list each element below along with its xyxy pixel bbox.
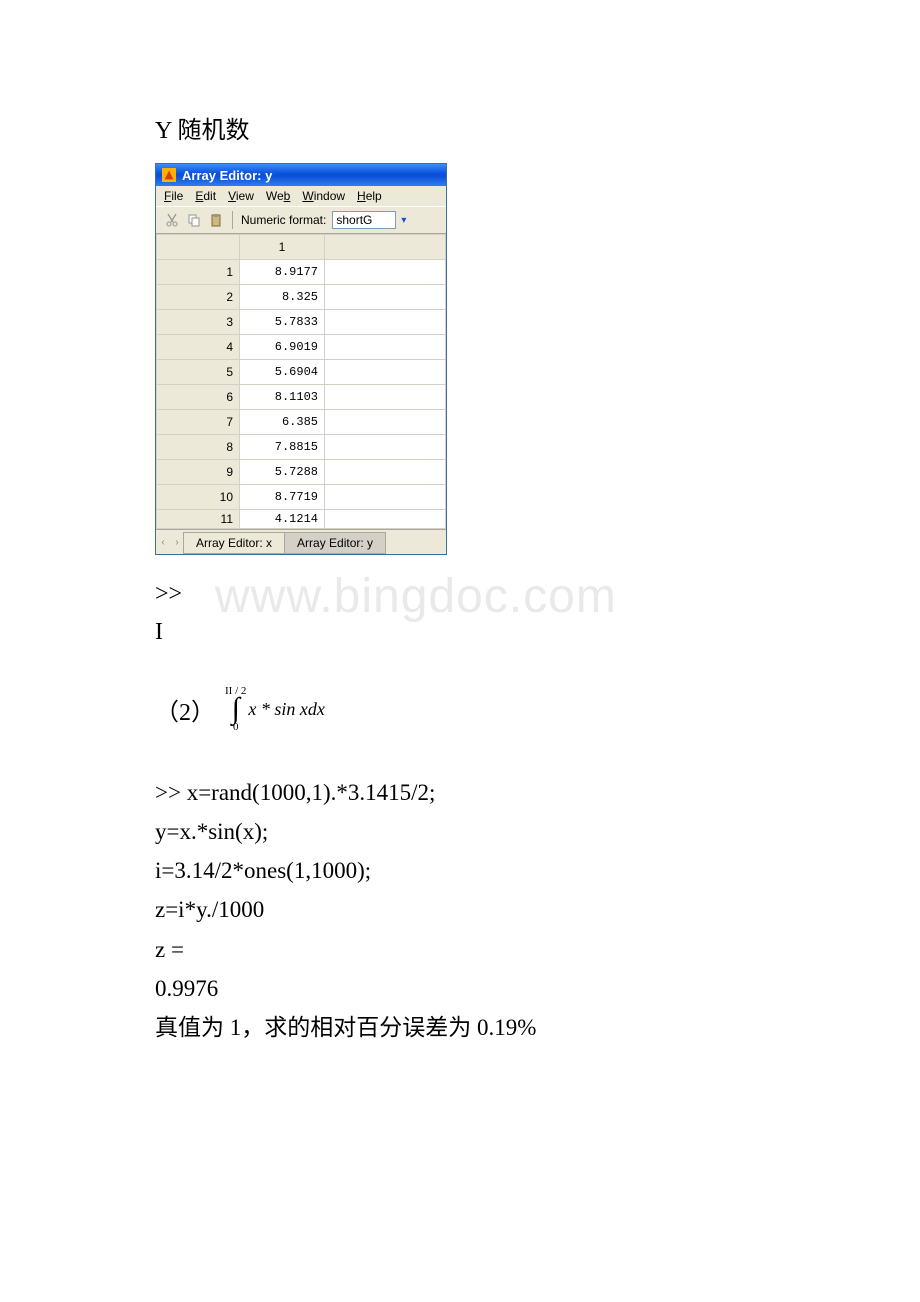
window-title: Array Editor: y	[182, 168, 272, 183]
chevron-down-icon[interactable]: ▾	[401, 215, 406, 226]
title-bar: Array Editor: y	[156, 164, 446, 186]
row-header[interactable]: 7	[157, 410, 240, 435]
cell-blank	[325, 310, 446, 335]
matlab-icon	[162, 168, 176, 182]
section-heading: Y 随机数	[155, 110, 770, 145]
row-header[interactable]: 10	[157, 485, 240, 510]
cell[interactable]: 8.325	[240, 285, 325, 310]
cell-blank	[325, 410, 446, 435]
tab-bar: ‹ › Array Editor: x Array Editor: y	[156, 529, 446, 554]
table-row: 18.9177	[157, 260, 446, 285]
table-row: 87.8815	[157, 435, 446, 460]
cell[interactable]: 6.385	[240, 410, 325, 435]
cell-blank	[325, 435, 446, 460]
row-header[interactable]: 2	[157, 285, 240, 310]
data-grid: 1 18.9177 28.325 35.7833 46.9019 55.6904…	[156, 234, 446, 529]
table-row: 95.7288	[157, 460, 446, 485]
integral-sign-icon: ∫	[232, 697, 240, 721]
menu-help[interactable]: Help	[357, 189, 382, 203]
menu-bar: File Edit View Web Window Help	[156, 186, 446, 206]
numeric-format-label: Numeric format:	[241, 213, 326, 227]
cell-blank	[325, 510, 446, 529]
tab-array-x[interactable]: Array Editor: x	[183, 532, 285, 554]
cell[interactable]: 7.8815	[240, 435, 325, 460]
table-row: 68.1103	[157, 385, 446, 410]
row-header[interactable]: 6	[157, 385, 240, 410]
row-header[interactable]: 4	[157, 335, 240, 360]
array-editor-window: Array Editor: y File Edit View Web Windo…	[155, 163, 447, 555]
integral-lower-limit: 0	[233, 721, 239, 733]
toolbar-separator	[232, 211, 233, 229]
variable-i: I	[155, 613, 770, 651]
cell[interactable]: 8.7719	[240, 485, 325, 510]
formula: （2） II / 2 ∫ 0 x * sin xdx	[155, 685, 770, 733]
table-row: 46.9019	[157, 335, 446, 360]
cell[interactable]: 6.9019	[240, 335, 325, 360]
column-header[interactable]: 1	[240, 235, 325, 260]
copy-icon[interactable]	[184, 210, 204, 230]
row-header[interactable]: 11	[157, 510, 240, 529]
table-row: 114.1214	[157, 510, 446, 529]
formula-index: （2）	[155, 692, 215, 727]
code-line: y=x.*sin(x);	[155, 812, 770, 851]
cell-blank	[325, 285, 446, 310]
row-header[interactable]: 9	[157, 460, 240, 485]
cell[interactable]: 5.6904	[240, 360, 325, 385]
menu-file[interactable]: File	[164, 189, 183, 203]
row-header[interactable]: 1	[157, 260, 240, 285]
table-row: 28.325	[157, 285, 446, 310]
menu-web[interactable]: Web	[266, 189, 290, 203]
tab-array-y[interactable]: Array Editor: y	[284, 532, 386, 554]
cell-blank	[325, 360, 446, 385]
numeric-format-select[interactable]	[332, 211, 396, 229]
cell[interactable]: 8.9177	[240, 260, 325, 285]
table-row: 76.385	[157, 410, 446, 435]
table-row: 35.7833	[157, 310, 446, 335]
cell[interactable]: 4.1214	[240, 510, 325, 529]
code-block: >> x=rand(1000,1).*3.1415/2; y=x.*sin(x)…	[155, 773, 770, 1047]
integral-expression: x * sin xdx	[248, 699, 324, 720]
cell-blank	[325, 335, 446, 360]
cell-blank	[325, 260, 446, 285]
cell-blank	[325, 385, 446, 410]
menu-edit[interactable]: Edit	[195, 189, 216, 203]
cell[interactable]: 5.7833	[240, 310, 325, 335]
row-header[interactable]: 3	[157, 310, 240, 335]
code-line: 真值为 1，求的相对百分误差为 0.19%	[155, 1008, 770, 1047]
row-header[interactable]: 5	[157, 360, 240, 385]
code-line: i=3.14/2*ones(1,1000);	[155, 851, 770, 890]
tab-scroll-left-icon[interactable]: ‹	[156, 533, 170, 551]
table-row: 108.7719	[157, 485, 446, 510]
grid-corner	[157, 235, 240, 260]
menu-view[interactable]: View	[228, 189, 254, 203]
cut-icon[interactable]	[162, 210, 182, 230]
toolbar: Numeric format: ▾	[156, 206, 446, 234]
cell[interactable]: 8.1103	[240, 385, 325, 410]
prompt-marker: >>	[155, 575, 770, 613]
cell-blank	[325, 485, 446, 510]
code-line: z=i*y./1000	[155, 890, 770, 929]
table-row: 55.6904	[157, 360, 446, 385]
code-line: >> x=rand(1000,1).*3.1415/2;	[155, 773, 770, 812]
row-header[interactable]: 8	[157, 435, 240, 460]
cell-blank	[325, 460, 446, 485]
paste-icon[interactable]	[206, 210, 226, 230]
cell[interactable]: 5.7288	[240, 460, 325, 485]
tab-scroll-right-icon[interactable]: ›	[170, 533, 184, 551]
code-line: z =	[155, 930, 770, 969]
code-line: 0.9976	[155, 969, 770, 1008]
column-header-blank	[325, 235, 446, 260]
menu-window[interactable]: Window	[302, 189, 345, 203]
